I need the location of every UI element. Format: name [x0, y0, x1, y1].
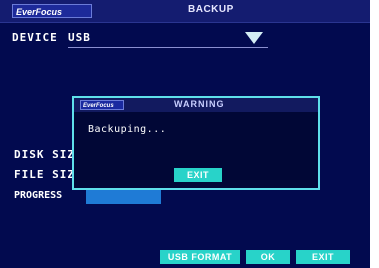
screen-edge — [370, 0, 379, 268]
everfocus-logo: EverFocus — [12, 4, 92, 18]
backup-screen: EverFocus BACKUP DEVICE USB DISK SIZ FIL… — [0, 0, 370, 268]
dialog-exit-button[interactable]: EXIT — [174, 168, 222, 182]
disk-size-label: DISK SIZ — [14, 148, 75, 161]
chevron-down-icon[interactable] — [245, 32, 263, 44]
device-label: DEVICE — [12, 31, 58, 44]
progress-label: PROGRESS — [14, 190, 63, 201]
dialog-message: Backuping... — [88, 124, 167, 135]
device-value: USB — [68, 31, 91, 44]
dialog-title: WARNING — [174, 99, 225, 109]
progress-bar — [86, 190, 161, 204]
exit-button[interactable]: EXIT — [296, 250, 350, 264]
page-title: BACKUP — [188, 4, 234, 15]
dialog-title-bar: EverFocus WARNING — [74, 98, 318, 112]
usb-format-button[interactable]: USB FORMAT — [160, 250, 240, 264]
dialog-logo: EverFocus — [80, 100, 124, 110]
ok-button[interactable]: OK — [246, 250, 290, 264]
warning-dialog: EverFocus WARNING Backuping... EXIT — [72, 96, 320, 190]
device-select[interactable]: USB — [68, 31, 268, 48]
file-size-label: FILE SIZ — [14, 168, 75, 181]
title-bar: EverFocus BACKUP — [0, 0, 370, 23]
